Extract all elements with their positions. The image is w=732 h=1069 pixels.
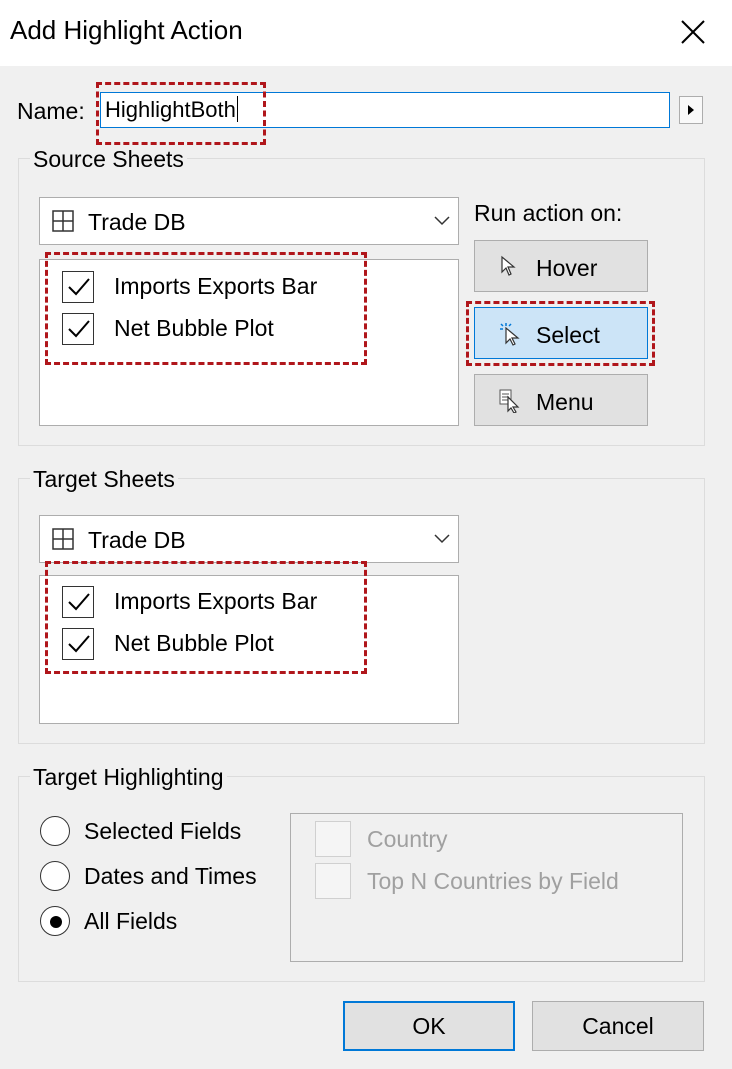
menu-pointer-icon [499,389,520,413]
dashboard-grid-icon [52,528,74,550]
source-sheet-item[interactable]: Imports Exports Bar [62,269,382,305]
highlight-fields-list: Country Top N Countries by Field [290,813,683,962]
chevron-down-icon [434,534,450,544]
checkmark-icon [68,593,90,611]
checkbox-checked[interactable] [62,628,94,660]
radio-circle[interactable] [40,906,70,936]
checkmark-icon [68,320,90,338]
target-sheet-item[interactable]: Imports Exports Bar [62,584,382,620]
radio-label: All Fields [84,908,178,934]
target-highlighting-legend: Target Highlighting [30,764,227,791]
source-sheets-list: Imports Exports Bar Net Bubble Plot [39,259,459,426]
radio-all-fields[interactable]: All Fields [40,906,200,938]
select-button[interactable]: Select [474,307,648,359]
pointer-icon [501,255,516,276]
target-sheet-item[interactable]: Net Bubble Plot [62,626,382,662]
title-bar: Add Highlight Action [0,0,732,66]
close-icon[interactable] [676,15,710,49]
name-input-value: HighlightBoth [105,97,236,122]
select-button-label: Select [536,322,600,348]
radio-label: Selected Fields [84,818,242,844]
ok-button[interactable]: OK [343,1001,515,1051]
radio-selected-dot [50,916,62,928]
name-label: Name: [17,98,85,124]
source-sheets-legend: Source Sheets [30,146,187,173]
name-input[interactable]: HighlightBoth [100,92,670,128]
checkbox-disabled [315,863,351,899]
name-insert-menu-button[interactable] [679,96,703,124]
source-sheet-label: Imports Exports Bar [114,273,318,299]
hover-button[interactable]: Hover [474,240,648,292]
checkbox-disabled [315,821,351,857]
checkbox-checked[interactable] [62,586,94,618]
target-dashboard-select[interactable]: Trade DB [39,515,459,563]
radio-selected-fields[interactable]: Selected Fields [40,816,260,848]
checkmark-icon [68,635,90,653]
target-dashboard-value: Trade DB [88,527,186,553]
radio-dates-and-times[interactable]: Dates and Times [40,861,270,893]
menu-button-label: Menu [536,389,594,415]
dashboard-grid-icon [52,210,74,232]
checkmark-icon [68,278,90,296]
field-item-disabled: Top N Countries by Field [315,863,655,899]
target-sheet-label: Net Bubble Plot [114,630,274,656]
target-sheet-label: Imports Exports Bar [114,588,318,614]
target-sheets-legend: Target Sheets [30,466,178,493]
cancel-button[interactable]: Cancel [532,1001,704,1051]
target-sheets-list: Imports Exports Bar Net Bubble Plot [39,575,459,724]
field-item-disabled: Country [315,821,615,857]
field-label: Top N Countries by Field [367,868,619,894]
source-sheet-item[interactable]: Net Bubble Plot [62,311,382,347]
hover-button-label: Hover [536,255,598,281]
source-dashboard-value: Trade DB [88,209,186,235]
chevron-down-icon [434,216,450,226]
checkbox-checked[interactable] [62,313,94,345]
source-dashboard-select[interactable]: Trade DB [39,197,459,245]
menu-button[interactable]: Menu [474,374,648,426]
click-pointer-icon [500,323,520,346]
source-sheet-label: Net Bubble Plot [114,315,274,341]
run-action-label: Run action on: [474,200,623,226]
radio-label: Dates and Times [84,863,257,889]
checkbox-checked[interactable] [62,271,94,303]
radio-circle[interactable] [40,861,70,891]
text-caret [236,96,238,122]
dialog-title: Add Highlight Action [10,15,243,45]
field-label: Country [367,826,448,852]
radio-circle[interactable] [40,816,70,846]
